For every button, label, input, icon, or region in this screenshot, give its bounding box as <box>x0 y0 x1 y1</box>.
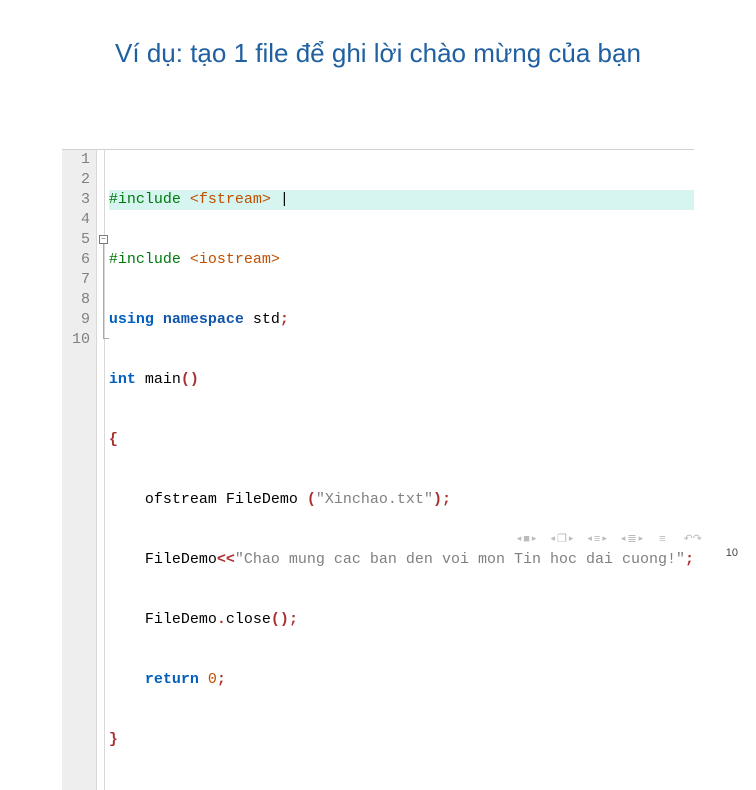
line-number: 9 <box>68 310 90 330</box>
identifier: main <box>136 371 181 388</box>
code-block: 1 2 3 4 5 6 7 8 9 10 − #include <fstream… <box>62 149 694 790</box>
nav-subsection-group: ◂❐▸ <box>550 532 573 545</box>
preproc: #include <box>109 251 190 268</box>
punct: ; <box>685 551 694 568</box>
nav-undo-group: ↶↷ <box>682 532 704 545</box>
indent <box>109 491 145 508</box>
nav-section-icon: ■ <box>523 533 530 545</box>
code-line: { <box>109 430 694 450</box>
keyword: using <box>109 311 154 328</box>
keyword: int <box>109 371 136 388</box>
header: <iostream> <box>190 251 280 268</box>
line-number: 3 <box>68 190 90 210</box>
header: <fstream> <box>190 191 271 208</box>
punct: ; <box>217 671 226 688</box>
indent <box>109 551 145 568</box>
code-line: using namespace std; <box>109 310 694 330</box>
line-number: 4 <box>68 210 90 230</box>
space <box>199 671 208 688</box>
keyword: return <box>145 671 199 688</box>
line-number: 2 <box>68 170 90 190</box>
punct: () <box>271 611 289 628</box>
string: "Xinchao.txt" <box>316 491 433 508</box>
punct: . <box>217 611 226 628</box>
punct: ); <box>433 491 451 508</box>
punct: } <box>109 731 118 748</box>
nav-extra-icon: ≡ <box>659 533 665 545</box>
code-line: #include <iostream> <box>109 250 694 270</box>
undo-redo-icon: ↶↷ <box>684 532 702 545</box>
punct: ( <box>307 491 316 508</box>
line-number: 7 <box>68 270 90 290</box>
cursor: | <box>280 191 289 208</box>
operator: << <box>217 551 235 568</box>
keyword: namespace <box>163 311 244 328</box>
identifier: FileDemo <box>145 551 217 568</box>
identifier: std <box>244 311 280 328</box>
identifier: close <box>226 611 271 628</box>
page-number: 10 <box>726 547 738 559</box>
fold-end <box>103 338 109 339</box>
indent <box>109 671 145 688</box>
punct: ; <box>289 611 298 628</box>
nav-extra-group: ≡ <box>657 533 667 545</box>
nav-slide-icon: ≣ <box>627 532 636 545</box>
fold-minus-icon: − <box>99 235 108 244</box>
nav-slide-group: ◂≣▸ <box>621 532 643 545</box>
nav-subsection-icon: ❐ <box>557 532 567 545</box>
code-line: #include <fstream> | <box>109 190 694 210</box>
slide-title: Ví dụ: tạo 1 file để ghi lời chào mừng c… <box>0 0 756 89</box>
punct: () <box>181 371 199 388</box>
indent <box>109 611 145 628</box>
code-line: } <box>109 730 694 750</box>
line-number: 6 <box>68 250 90 270</box>
line-number: 10 <box>68 330 90 350</box>
line-number-gutter: 1 2 3 4 5 6 7 8 9 10 <box>62 150 96 790</box>
string: "Chao mung cac ban den voi mon Tin hoc d… <box>235 551 685 568</box>
identifier: FileDemo <box>145 611 217 628</box>
punct: { <box>109 431 118 448</box>
line-number: 1 <box>68 150 90 170</box>
number: 0 <box>208 671 217 688</box>
code-line: FileDemo<<"Chao mung cac ban den voi mon… <box>109 550 694 570</box>
punct: ; <box>280 311 289 328</box>
code-area: #include <fstream> | #include <iostream>… <box>105 150 694 790</box>
line-number: 5 <box>68 230 90 250</box>
code-line: return 0; <box>109 670 694 690</box>
identifier: ofstream FileDemo <box>145 491 307 508</box>
code-line: ofstream FileDemo ("Xinchao.txt"); <box>109 490 694 510</box>
beamer-nav-bar: ◂■▸ ◂❐▸ ◂≡▸ ◂≣▸ ≡ ↶↷ <box>517 532 704 545</box>
code-line: int main() <box>109 370 694 390</box>
nav-section-group: ◂■▸ <box>517 533 537 545</box>
preproc: #include <box>109 191 190 208</box>
nav-frame-group: ◂≡▸ <box>587 533 606 545</box>
code-line: FileDemo.close(); <box>109 610 694 630</box>
fold-column: − <box>96 150 105 790</box>
fold-line <box>103 244 104 338</box>
nav-frame-icon: ≡ <box>594 533 600 545</box>
line-number: 8 <box>68 290 90 310</box>
